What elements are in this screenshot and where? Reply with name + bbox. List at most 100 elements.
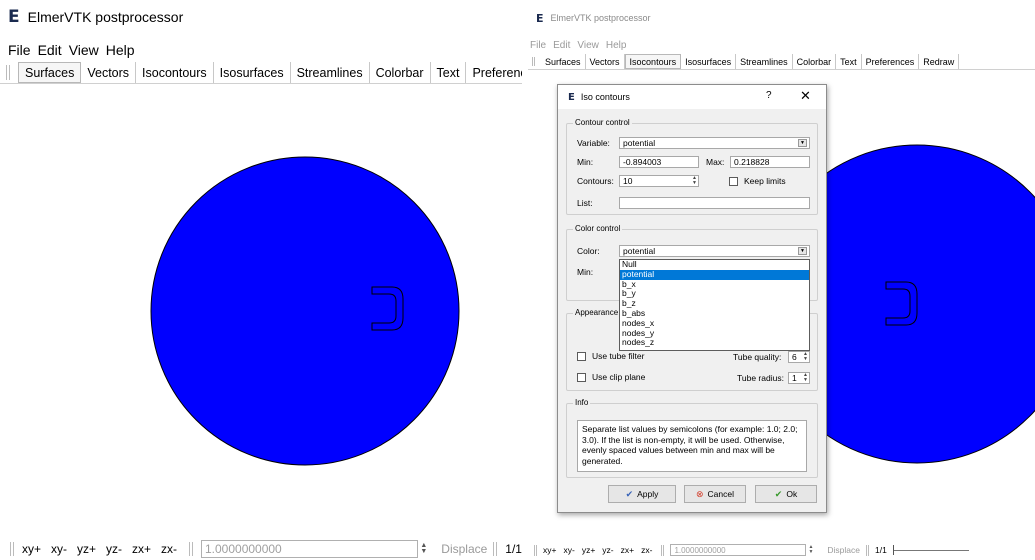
left-window: E ElmerVTK postprocessor File Edit View … [0,0,522,560]
menu-file[interactable]: File [530,40,546,51]
displace-scale-input[interactable]: 1.0000000000 [670,544,807,556]
stepper-down-icon[interactable]: ▼ [808,550,813,555]
scale-stepper[interactable]: ▲ ▼ [808,545,813,555]
menu-edit[interactable]: Edit [38,42,62,58]
dropdown-option-nodes-z[interactable]: nodes_z [620,338,809,348]
ok-button[interactable]: ✔ Ok [755,485,817,503]
menu-view[interactable]: View [69,42,99,58]
toolbar-tabs: Surfaces Vectors Isocontours Isosurfaces… [528,54,1035,70]
close-icon[interactable]: ✕ [800,88,811,104]
view-zx-minus-button[interactable]: zx- [641,545,652,555]
apply-button-label: Apply [637,489,659,499]
displace-scale-input[interactable]: 1.0000000000 [200,540,419,558]
use-clip-plane-checkbox[interactable] [577,372,586,382]
view-zx-plus-button[interactable]: zx+ [132,542,151,556]
tab-colorbar[interactable]: Colorbar [370,62,431,83]
tab-streamlines[interactable]: Streamlines [736,54,793,69]
contours-stepper[interactable]: 10 ▲ ▼ [619,175,699,187]
view-zx-minus-button[interactable]: zx- [161,542,177,556]
ok-button-label: Ok [786,489,798,499]
contours-value: 10 [623,176,633,186]
use-tube-filter-option[interactable]: Use tube filter [577,351,644,361]
apply-button[interactable]: ✔ Apply [608,485,676,503]
mesh-render [150,156,460,466]
chevron-down-icon[interactable]: ▼ [798,139,807,147]
dropdown-option-b-y[interactable]: b_y [620,289,809,299]
tab-surfaces[interactable]: Surfaces [541,54,586,69]
list-input[interactable] [619,197,810,209]
tab-preferences[interactable]: Preferences [862,54,920,69]
view-zx-plus-button[interactable]: zx+ [621,545,634,555]
toolbar-separator [189,542,193,556]
tab-surfaces[interactable]: Surfaces [18,62,82,83]
displace-label: Displace [441,542,488,556]
tube-quality-value: 6 [792,352,797,362]
stepper-down-icon[interactable]: ▼ [420,548,427,555]
help-button[interactable]: ? [766,90,772,101]
keep-limits-option[interactable]: Keep limits [729,176,786,186]
stepper-arrows-icon[interactable]: ▲ ▼ [803,373,808,383]
iso-contours-dialog: E Iso contours ? ✕ Contour control Varia… [557,84,827,513]
tab-streamlines[interactable]: Streamlines [291,62,370,83]
frame-slider[interactable] [892,544,969,555]
stepper-arrows-icon[interactable]: ▲ ▼ [692,176,697,186]
keep-limits-label: Keep limits [744,176,786,186]
min-input[interactable]: -0.894003 [619,156,699,168]
tab-vectors[interactable]: Vectors [81,62,137,83]
scale-stepper[interactable]: ▲ ▼ [420,542,427,555]
app-logo-icon: E [536,11,544,25]
view-yz-minus-button[interactable]: yz- [602,545,613,555]
tab-isosurfaces[interactable]: Isosurfaces [214,62,291,83]
use-clip-plane-option[interactable]: Use clip plane [577,372,645,382]
keep-limits-checkbox[interactable] [729,176,738,186]
tab-isosurfaces[interactable]: Isosurfaces [681,54,737,69]
dropdown-option-potential[interactable]: potential [620,269,809,280]
view-yz-minus-button[interactable]: yz- [106,542,122,556]
toolbar-grip-handle[interactable] [534,544,537,556]
toolbar-grip-handle[interactable] [10,542,14,556]
title-bar: E ElmerVTK postprocessor [0,0,522,34]
render-viewport[interactable] [0,85,522,530]
frame-slider-handle[interactable] [892,544,894,555]
view-xy-plus-button[interactable]: xy+ [543,545,556,555]
toolbar-grip-handle[interactable] [6,65,10,80]
dialog-title-bar[interactable]: E Iso contours ? ✕ [558,85,826,109]
tab-isocontours[interactable]: Isocontours [136,62,214,83]
app-logo-icon: E [568,91,575,103]
menu-bar: File Edit View Help [528,38,1035,52]
variable-select[interactable]: potential ▼ [619,137,810,149]
color-dropdown-list[interactable]: Null potential b_x b_y b_z b_abs nodes_x… [619,259,810,351]
stepper-arrows-icon[interactable]: ▲ ▼ [803,352,808,362]
toolbar-grip-handle[interactable] [532,57,535,66]
view-xy-minus-button[interactable]: xy- [563,545,574,555]
tab-text[interactable]: Text [836,54,862,69]
tube-radius-stepper[interactable]: 1 ▲ ▼ [788,372,810,384]
menu-edit[interactable]: Edit [553,40,570,51]
view-yz-plus-button[interactable]: yz+ [582,545,595,555]
tab-vectors[interactable]: Vectors [586,54,625,69]
view-xy-minus-button[interactable]: xy- [51,542,67,556]
tab-redraw[interactable]: Redraw [919,54,960,69]
max-input[interactable]: 0.218828 [730,156,810,168]
tab-isocontours[interactable]: Isocontours [624,54,682,69]
menu-help[interactable]: Help [606,40,627,51]
tab-preferences[interactable]: Preferences [466,62,522,83]
menu-file[interactable]: File [8,42,31,58]
view-yz-plus-button[interactable]: yz+ [77,542,96,556]
dialog-title: Iso contours [580,92,630,102]
view-xy-plus-button[interactable]: xy+ [22,542,41,556]
dropdown-option-b-z[interactable]: b_z [620,298,809,309]
toolbar-separator [866,544,869,556]
menu-help[interactable]: Help [106,42,135,58]
cancel-button[interactable]: ⊗ Cancel [684,485,746,503]
dropdown-option-b-x[interactable]: b_x [620,279,809,290]
tube-quality-stepper[interactable]: 6 ▲ ▼ [788,351,810,363]
tab-colorbar[interactable]: Colorbar [793,54,837,69]
menu-view[interactable]: View [577,40,599,51]
color-select[interactable]: potential ▼ [619,245,810,257]
chevron-down-icon[interactable]: ▼ [798,247,807,255]
info-text: Separate list values by semicolons (for … [577,420,807,472]
displace-label: Displace [827,545,860,555]
use-tube-filter-checkbox[interactable] [577,351,586,361]
tab-text[interactable]: Text [431,62,467,83]
